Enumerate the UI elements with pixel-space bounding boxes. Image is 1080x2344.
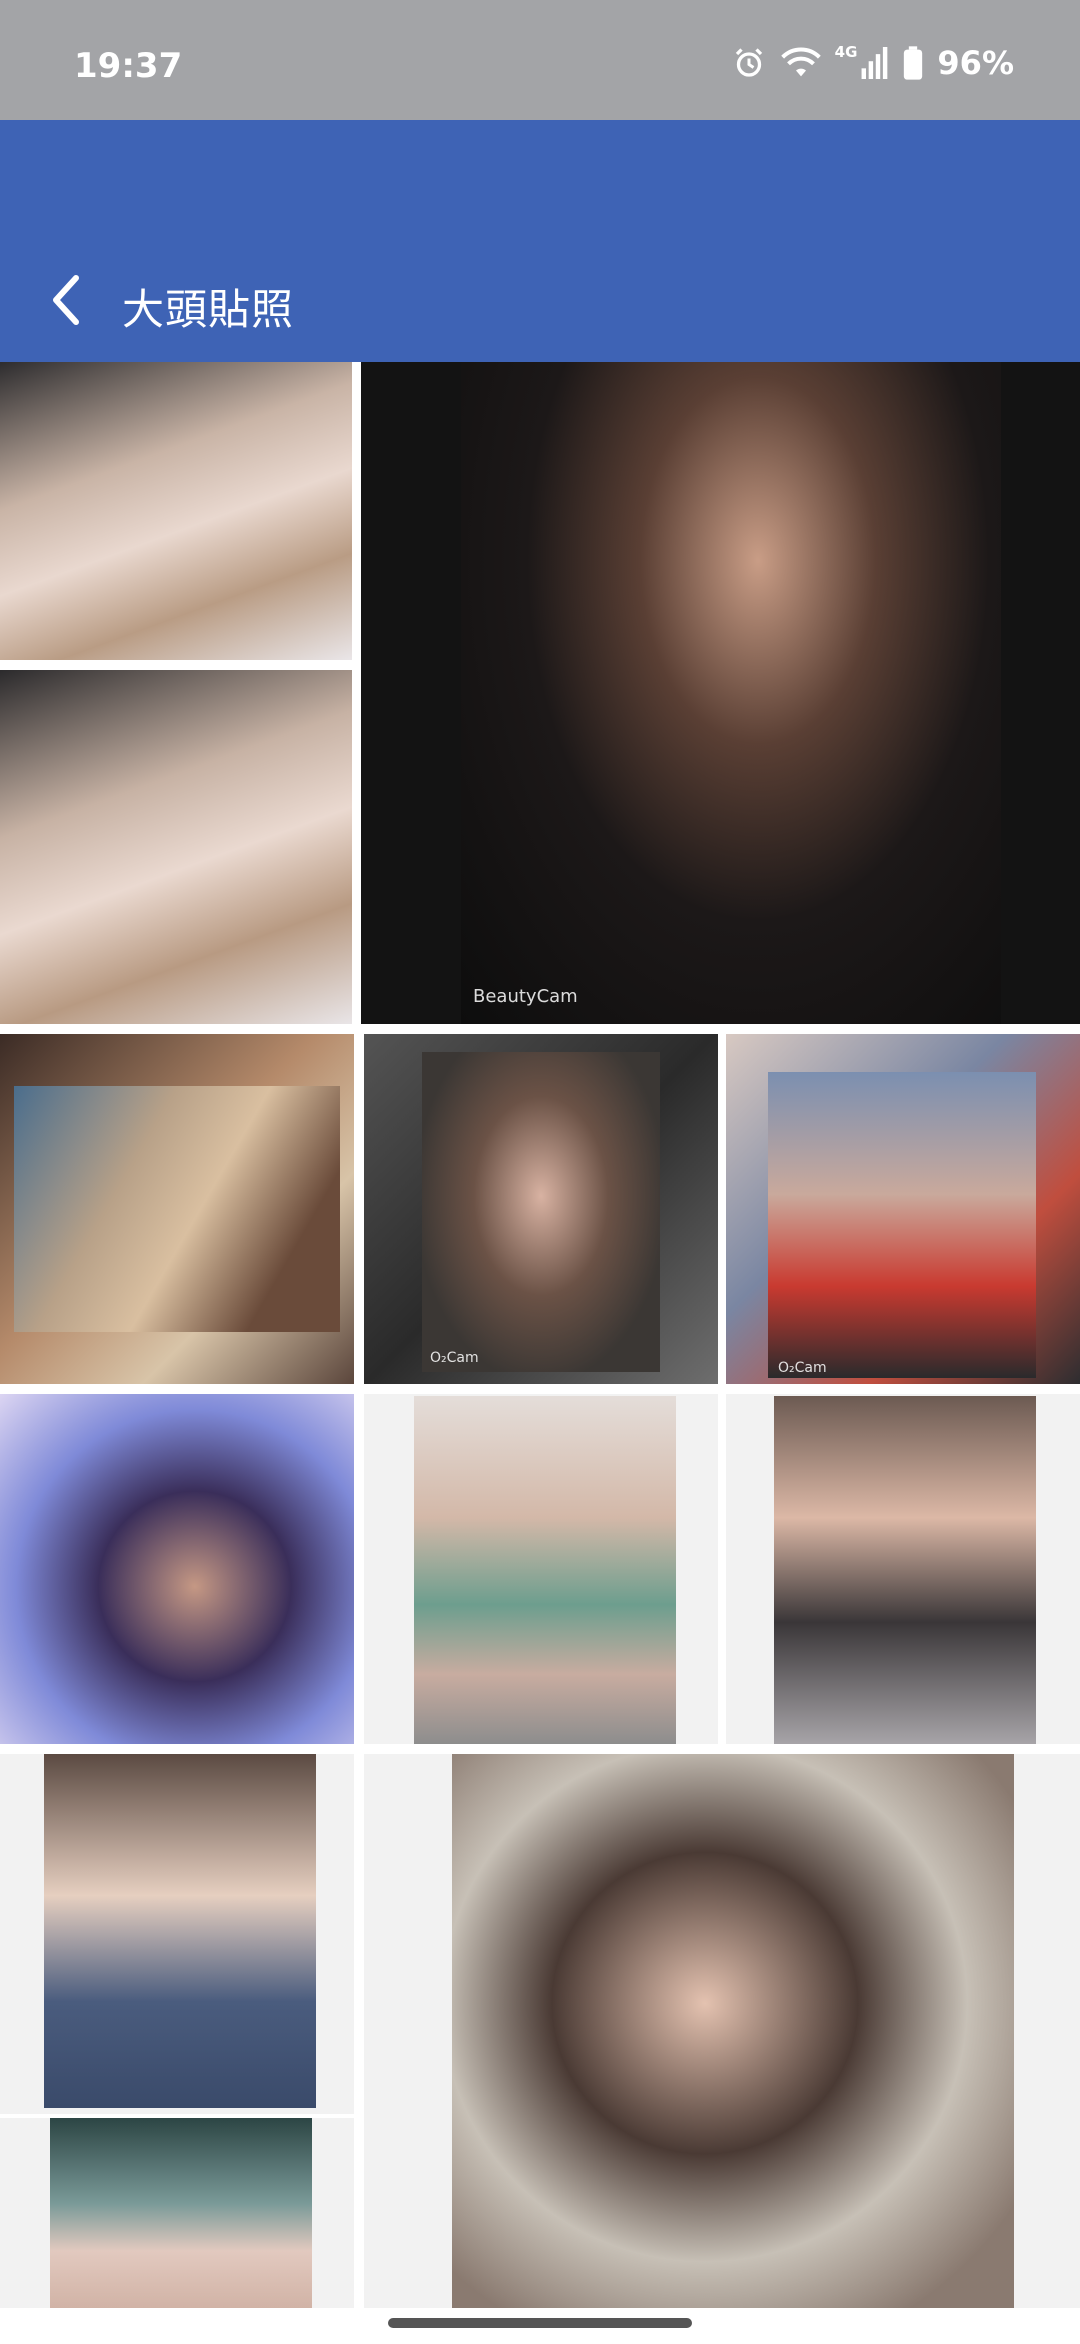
- wifi-icon: [780, 46, 821, 80]
- o2cam-watermark-1: O₂Cam: [430, 1350, 479, 1366]
- photo-thumbnail-4[interactable]: [0, 1034, 354, 1384]
- photo-thumbnail-9[interactable]: [726, 1394, 1080, 1744]
- photo-thumbnail-5[interactable]: O₂Cam: [364, 1034, 718, 1384]
- battery-percent: 96%: [937, 44, 1014, 82]
- photo-thumbnail-2[interactable]: [0, 670, 352, 1024]
- cellular-4g-icon: 4G: [835, 43, 890, 79]
- page-title: 大頭貼照: [122, 285, 295, 334]
- photo-thumbnail-10[interactable]: [0, 1754, 354, 2114]
- gesture-navigation-handle[interactable]: [388, 2318, 692, 2328]
- battery-icon: [903, 46, 923, 80]
- status-icons: 4G 96%: [731, 43, 1014, 82]
- back-arrow-icon: [48, 274, 84, 330]
- status-bar: 19:37 4G 96%: [0, 0, 1080, 120]
- back-button[interactable]: [36, 272, 96, 332]
- status-time: 19:37: [74, 46, 183, 86]
- photo-thumbnail-7[interactable]: [0, 1394, 354, 1744]
- o2cam-watermark-2: O₂Cam: [778, 1360, 827, 1376]
- photo-thumbnail-6[interactable]: O₂Cam: [726, 1034, 1080, 1384]
- photo-thumbnail-3[interactable]: BeautyCam: [361, 362, 1080, 1024]
- beautycam-watermark: BeautyCam: [473, 986, 578, 1007]
- photo-thumbnail-11[interactable]: [0, 2118, 354, 2308]
- photo-thumbnail-12[interactable]: [364, 1754, 1080, 2308]
- alarm-icon: [731, 45, 767, 81]
- photo-thumbnail-1[interactable]: [0, 362, 352, 660]
- photo-thumbnail-8[interactable]: [364, 1394, 718, 1744]
